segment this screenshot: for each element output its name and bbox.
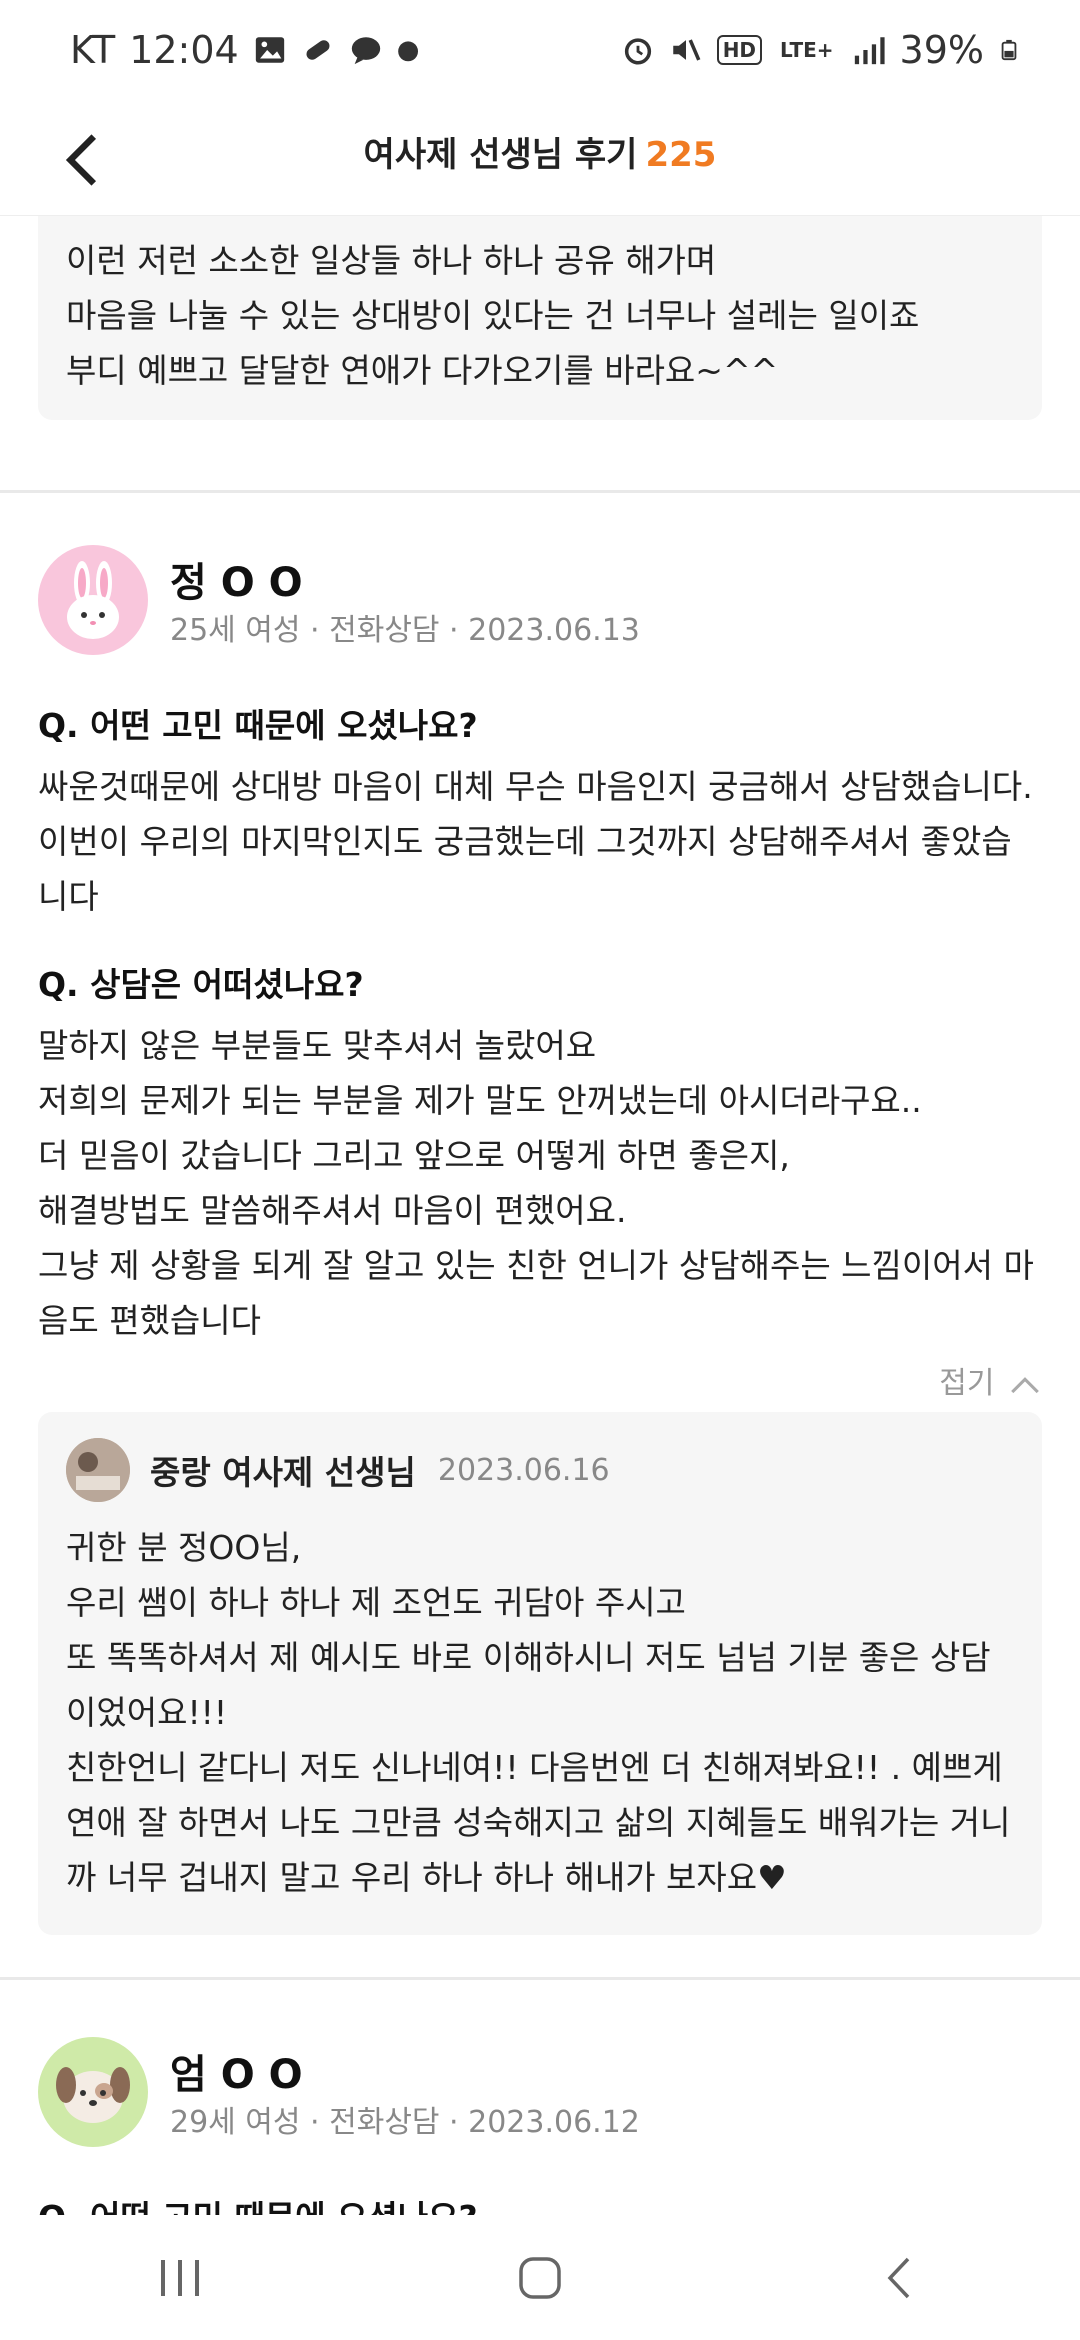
hd-tag: HD	[716, 35, 763, 65]
question-title: Q. 어떤 고민 때문에 오셨나요?	[38, 706, 478, 745]
question-title: Q. 상담은 어떠셨나요?	[38, 965, 364, 1004]
carrier-label: KT	[70, 28, 116, 72]
chevron-left-icon	[887, 2257, 910, 2298]
review-header: 엄 O O 29세 여성 · 전화상담 · 2023.06.12	[0, 2037, 1080, 2157]
chevron-up-icon	[1011, 1376, 1039, 1393]
review-count: 225	[645, 135, 717, 175]
home-button[interactable]	[500, 2238, 580, 2318]
reply-author: 중랑 여사제 선생님	[150, 1453, 416, 1492]
signal-icon	[854, 37, 885, 65]
review-item: 정 O O 25세 여성 · 전화상담 · 2023.06.13 Q. 어떤 고…	[0, 545, 1080, 1935]
avatar	[38, 545, 148, 655]
battery-icon	[1001, 39, 1017, 61]
status-left: KT 12:04 ●	[70, 28, 419, 72]
avatar	[38, 2037, 148, 2147]
review-meta: 29세 여성 · 전화상담 · 2023.06.12	[170, 2105, 640, 2140]
lte-tag: LTE+	[780, 38, 834, 62]
talk-icon	[351, 37, 380, 65]
battery-percent: 39%	[899, 28, 984, 72]
recent-apps-icon	[161, 2259, 199, 2296]
reviewer-name: 정 O O	[170, 560, 303, 606]
page-title-text: 여사제 선생님 후기	[363, 135, 638, 175]
status-right: HD LTE+ 39%	[621, 28, 1020, 72]
clock: 12:04	[129, 28, 239, 72]
question-title: Q. 어떤 고민 때문에 오셨나요?	[38, 2191, 1042, 2215]
mute-icon	[672, 39, 701, 61]
divider	[0, 1977, 1080, 1980]
teacher-avatar	[66, 1438, 130, 1502]
reply-header: 중랑 여사제 선생님 2023.06.16	[66, 1438, 1014, 1502]
status-bar: KT 12:04 ● HD LTE+ 39%	[0, 0, 1080, 105]
teacher-reply: 중랑 여사제 선생님 2023.06.16 귀한 분 정OO님, 우리 쌤이 하…	[38, 1412, 1042, 1935]
review-list[interactable]: 이런 저런 소소한 일상들 하나 하나 공유 해가며 마음을 나눌 수 있는 상…	[0, 215, 1080, 2215]
app-header: 여사제 선생님 후기 225	[0, 105, 1080, 216]
fold-button[interactable]: 접기	[0, 1358, 1042, 1402]
recent-apps-button[interactable]	[140, 2238, 220, 2318]
reviewer-name: 엄 O O	[170, 2052, 303, 2098]
review-item: 엄 O O 29세 여성 · 전화상담 · 2023.06.12 Q. 어떤 고…	[0, 2037, 1080, 2215]
answer-text: 말하지 않은 부분들도 맞추셔서 놀랐어요 저희의 문제가 되는 부분을 제가 …	[38, 1026, 1034, 1340]
rabbit-icon	[67, 561, 119, 639]
answer-text: 싸운것때문에 상대방 마음이 대체 무슨 마음인지 궁금해서 상담했습니다. 이…	[38, 767, 1033, 916]
alarm-icon	[624, 38, 651, 65]
puppy-icon	[56, 2067, 130, 2123]
system-nav-bar	[0, 2215, 1080, 2340]
page-title: 여사제 선생님 후기 225	[0, 127, 1080, 176]
review-meta: 25세 여성 · 전화상담 · 2023.06.13	[170, 613, 640, 648]
teacher-photo-icon	[66, 1438, 130, 1502]
reply-text: 귀한 분 정OO님, 우리 쌤이 하나 하나 제 조언도 귀담아 주시고 또 똑…	[66, 1528, 1011, 1897]
previous-reply-text: 이런 저런 소소한 일상들 하나 하나 공유 해가며 마음을 나눌 수 있는 상…	[66, 241, 920, 390]
gallery-icon	[255, 37, 284, 63]
fold-label: 접기	[939, 1366, 995, 1401]
home-icon	[519, 2256, 561, 2299]
dot-icon: ●	[396, 35, 420, 65]
previous-reply-card: 이런 저런 소소한 일상들 하나 하나 공유 해가며 마음을 나눌 수 있는 상…	[0, 215, 1080, 430]
review-header: 정 O O 25세 여성 · 전화상담 · 2023.06.13	[0, 545, 1080, 665]
reply-date: 2023.06.16	[437, 1452, 610, 1488]
divider	[0, 490, 1080, 493]
pill-icon	[306, 40, 330, 60]
back-nav-button[interactable]	[860, 2238, 940, 2318]
